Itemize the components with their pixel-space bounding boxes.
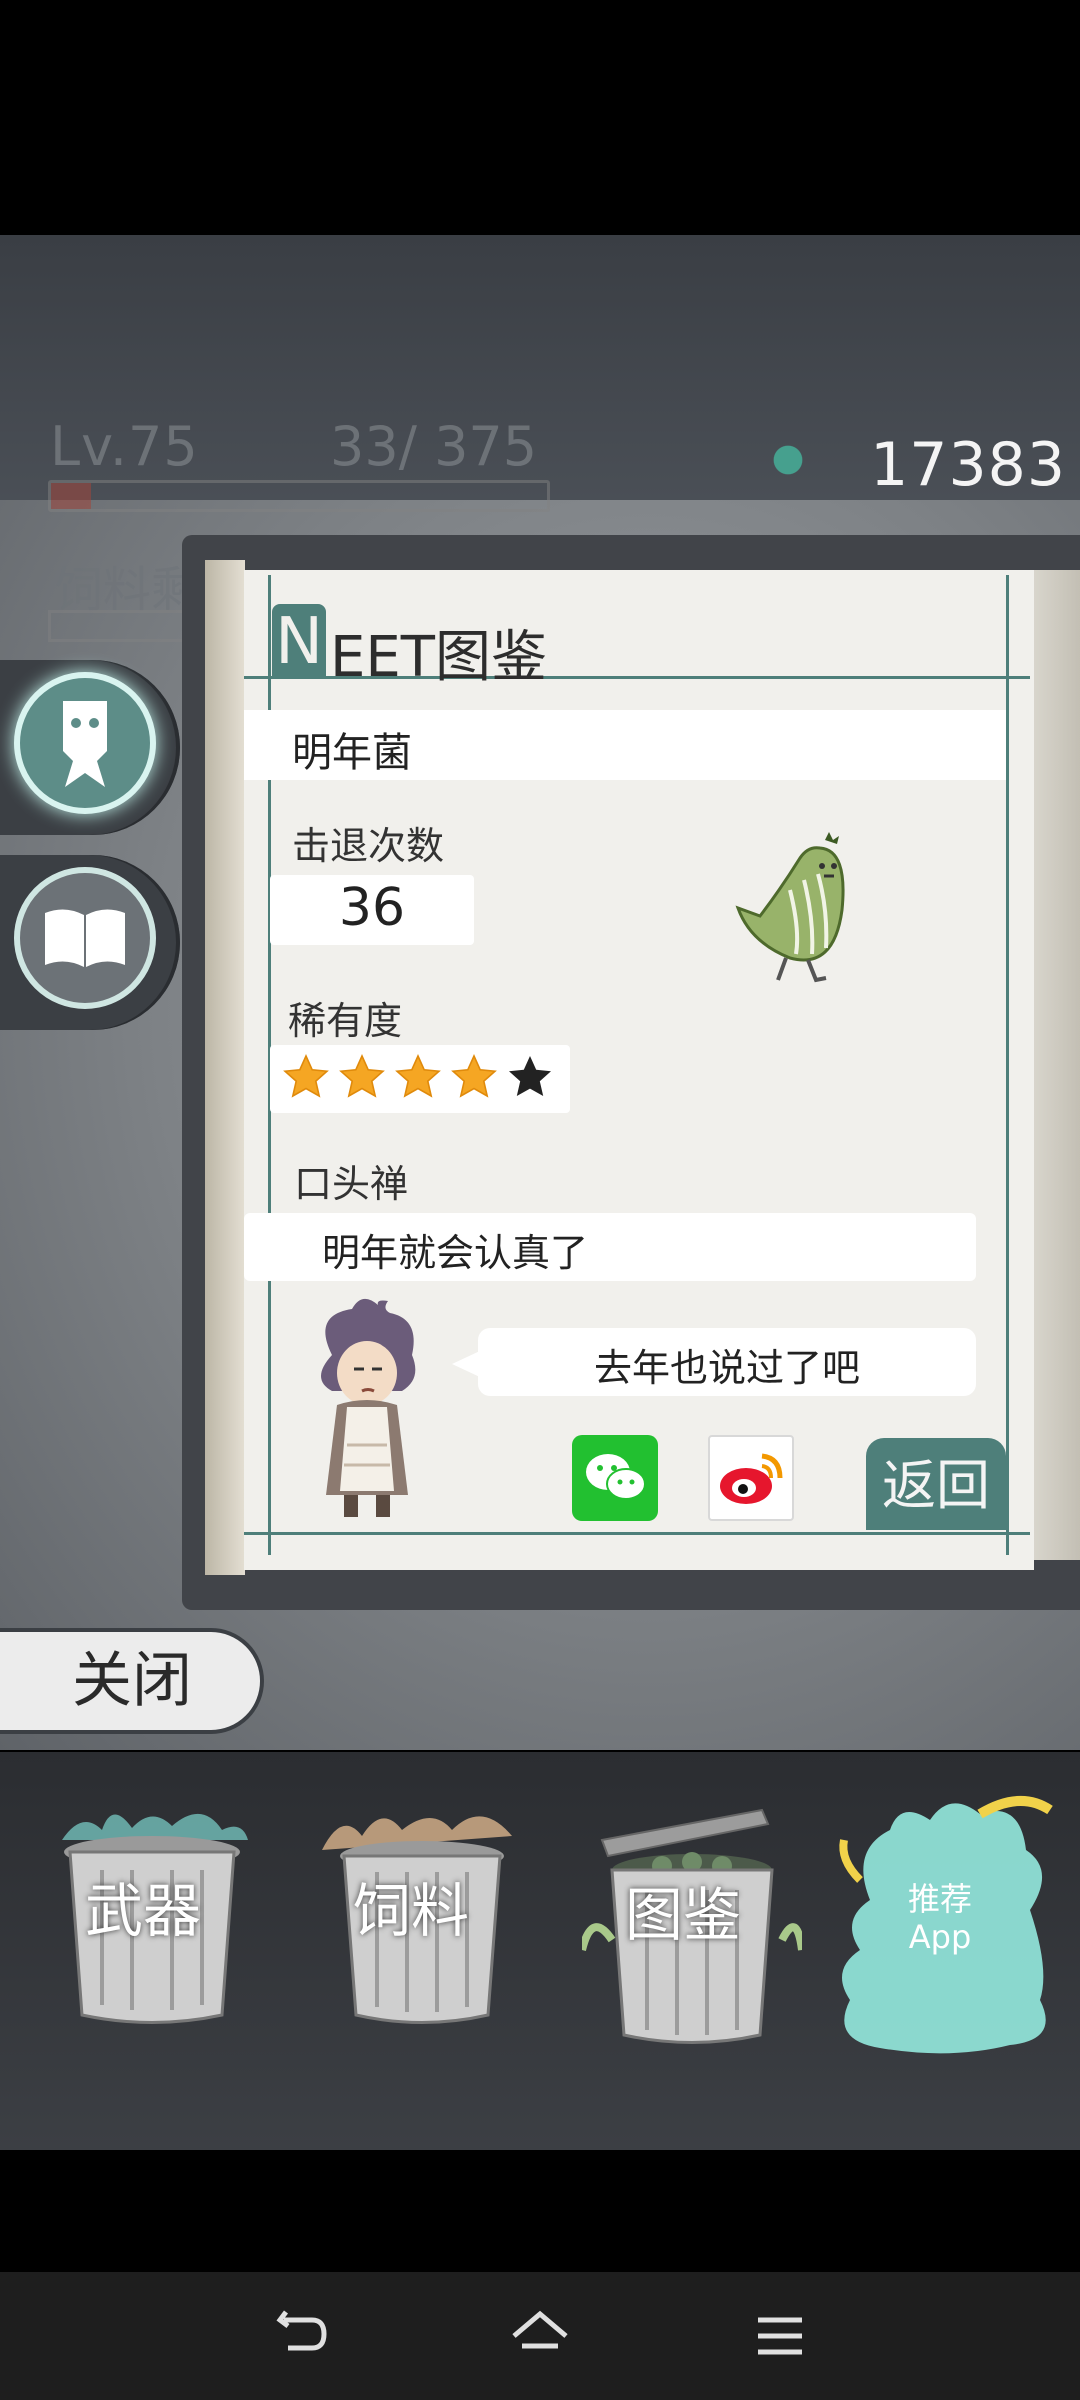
star-filled-icon xyxy=(451,1054,497,1098)
menu-icon xyxy=(758,2317,802,2355)
nav-menu-button[interactable] xyxy=(750,2306,810,2366)
ghost-figure-icon xyxy=(14,672,156,814)
book-page-edge xyxy=(1034,570,1080,1560)
rarity-label: 稀有度 xyxy=(288,999,403,1043)
page-title: EET图鉴 xyxy=(330,625,547,690)
nav-back-button[interactable] xyxy=(272,2306,332,2366)
home-icon xyxy=(512,2310,568,2349)
grandma-character xyxy=(292,1295,442,1525)
feed-label-text: 饲料 xyxy=(353,1877,470,1945)
catchphrase-label: 口头禅 xyxy=(294,1162,409,1206)
recommend-line1: 推荐 xyxy=(907,1880,972,1918)
title-initial: N xyxy=(272,604,326,679)
tab-neet[interactable] xyxy=(0,660,180,835)
share-weibo-button[interactable] xyxy=(708,1435,794,1521)
exp-bar xyxy=(48,480,550,512)
weibo-icon xyxy=(720,1453,783,1504)
page-rule-right xyxy=(1006,575,1009,1555)
creature-illustration xyxy=(730,830,870,1030)
recommend-app-label: 推荐 App xyxy=(860,1880,1020,1956)
feed-bar xyxy=(48,610,194,642)
star-filled-icon xyxy=(395,1054,441,1098)
repel-count-label: 击退次数 xyxy=(292,824,445,868)
recommend-line2: App xyxy=(908,1918,972,1956)
share-wechat-button[interactable] xyxy=(572,1435,658,1521)
weapon-label: 武器 xyxy=(85,1877,202,1945)
open-book-icon xyxy=(14,867,156,1009)
back-button[interactable]: 返回 xyxy=(866,1438,1006,1530)
exp-bar-fill xyxy=(51,483,91,509)
dex-label-text: 图鉴 xyxy=(625,1881,742,1949)
speech-text: 去年也说过了吧 xyxy=(593,1346,860,1390)
tab-book[interactable] xyxy=(0,855,180,1030)
wechat-icon xyxy=(586,1454,646,1500)
star-filled-icon xyxy=(339,1054,385,1098)
coin-count: 17383 xyxy=(870,430,1066,500)
nav-home-button[interactable] xyxy=(510,2306,570,2366)
map-pin-icon xyxy=(770,440,806,490)
system-nav-bar xyxy=(0,2272,1080,2400)
level-text: Lv.75 xyxy=(50,415,199,478)
close-button[interactable]: 关闭 xyxy=(0,1628,264,1734)
back-icon xyxy=(276,2310,327,2351)
star-filled-icon xyxy=(283,1054,329,1098)
neet-name: 明年菌 xyxy=(292,730,412,776)
bottom-rule xyxy=(244,1532,1030,1535)
book-spine xyxy=(205,560,245,1575)
repel-count-value: 36 xyxy=(338,878,406,938)
catchphrase-text: 明年就会认真了 xyxy=(322,1231,589,1275)
star-empty-icon xyxy=(509,1056,551,1096)
exp-text: 33/ 375 xyxy=(330,415,538,478)
rarity-stars xyxy=(282,1053,554,1109)
